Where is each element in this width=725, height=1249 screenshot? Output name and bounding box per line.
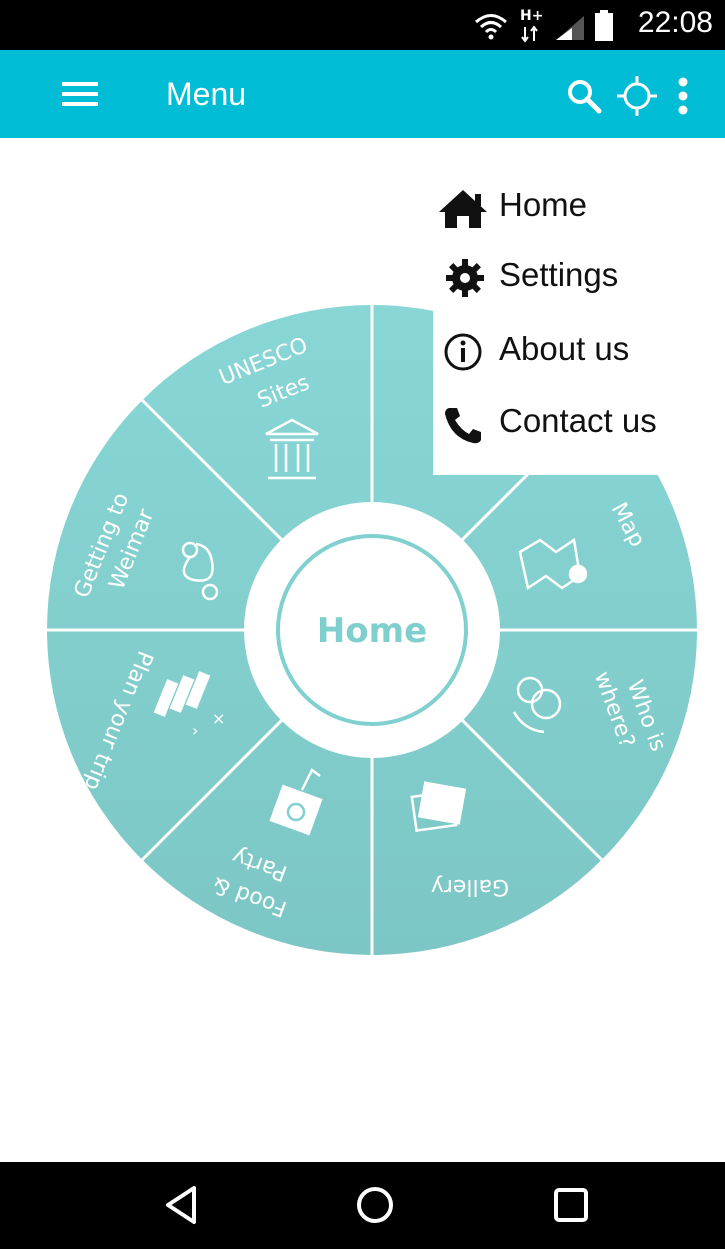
svg-text:›: › — [192, 721, 198, 740]
home-hub-label: Home — [317, 611, 427, 651]
menu-item-label: Contact us — [499, 402, 657, 439]
gear-icon — [446, 259, 484, 297]
menu-item-label: About us — [499, 330, 630, 367]
info-icon — [444, 333, 482, 371]
overflow-menu: Home Settings About us Contact us — [433, 174, 687, 475]
phone-icon — [445, 408, 481, 444]
menu-item-label: Home — [499, 186, 588, 223]
menu-item-about-us[interactable]: About us — [433, 318, 687, 384]
recent-apps-icon[interactable] — [546, 1180, 596, 1230]
home-hub-button[interactable]: Home — [276, 534, 468, 726]
svg-text:×: × — [212, 709, 225, 728]
menu-item-label: Settings — [499, 256, 619, 293]
menu-item-settings[interactable]: Settings — [433, 244, 687, 310]
segment-label: Gallery — [431, 874, 509, 899]
home-icon — [439, 190, 487, 228]
menu-item-contact-us[interactable]: Contact us — [433, 390, 687, 456]
menu-item-home[interactable]: Home — [433, 174, 687, 240]
navigation-bar — [0, 1162, 725, 1249]
back-icon[interactable] — [158, 1180, 208, 1230]
home-nav-icon[interactable] — [350, 1180, 400, 1230]
